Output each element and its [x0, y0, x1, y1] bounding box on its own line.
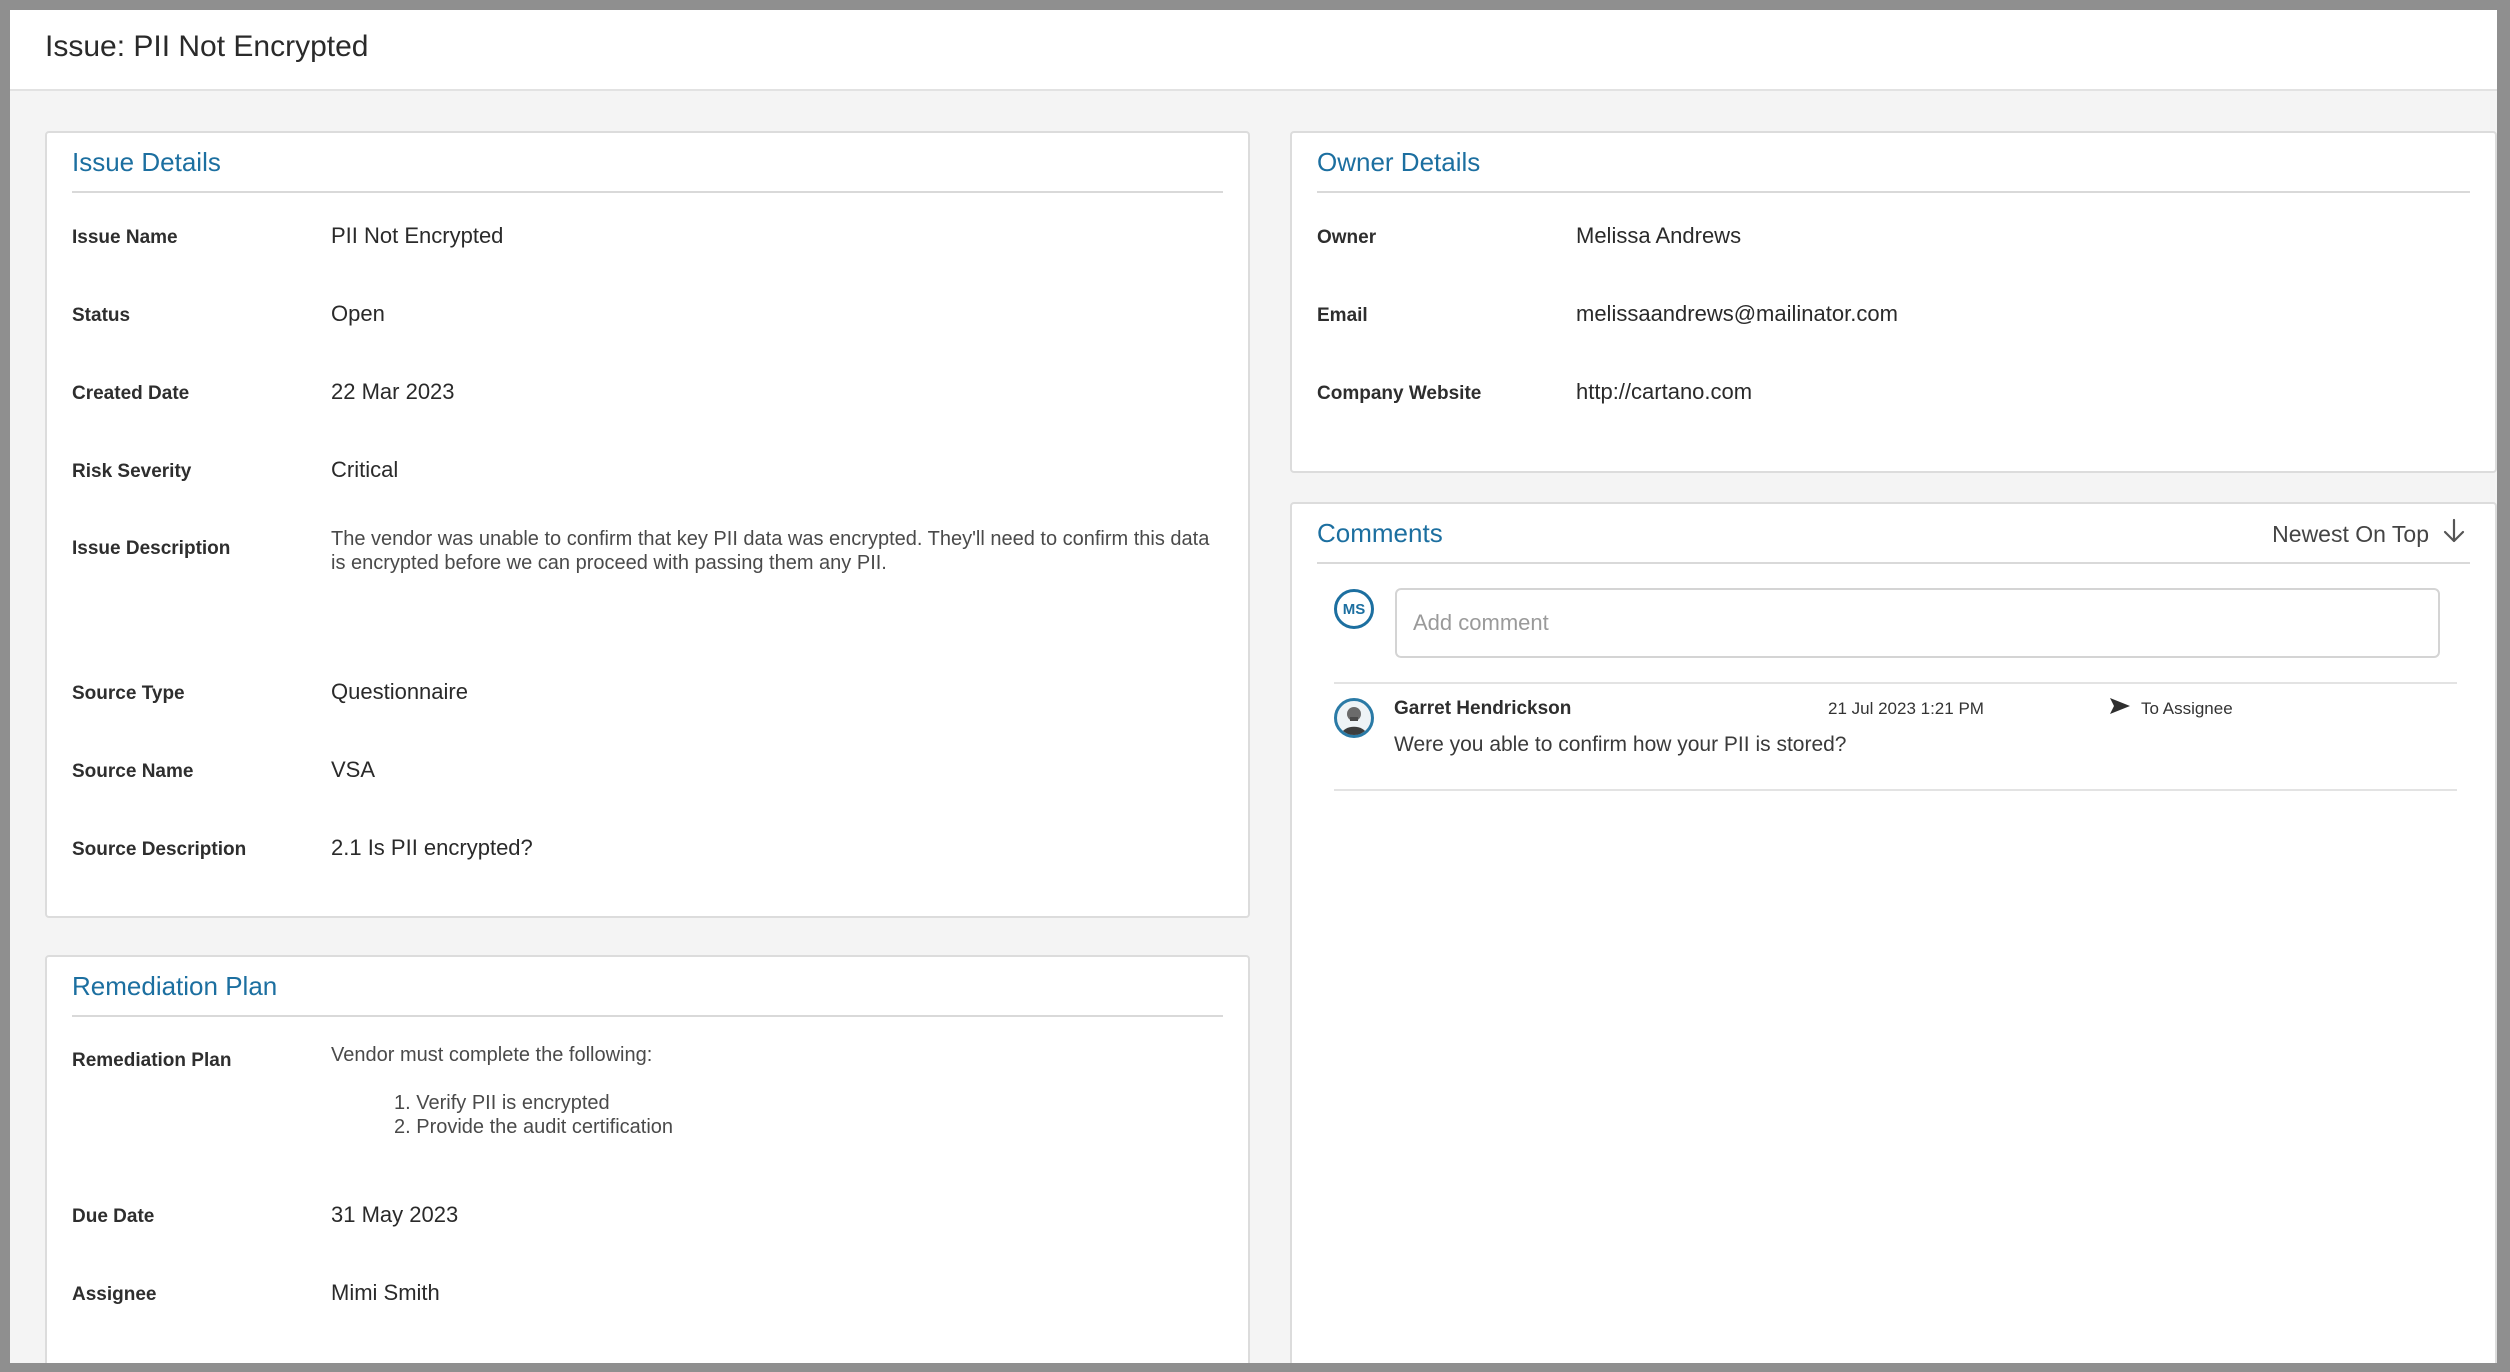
source-name-label: Source Name	[72, 761, 194, 782]
plan-step: 1. Verify PII is encrypted	[394, 1092, 610, 1114]
assignee-value: Mimi Smith	[331, 1280, 440, 1305]
remediation-plan-card: Remediation Plan Remediation Plan Vendor…	[45, 955, 1250, 1363]
risk-severity-label: Risk Severity	[72, 461, 192, 482]
divider	[1317, 191, 2470, 193]
due-date-label: Due Date	[72, 1206, 155, 1227]
sort-order-label: Newest On Top	[2272, 520, 2429, 547]
remediation-plan-label: Remediation Plan	[72, 1050, 232, 1071]
comment-author: Garret Hendrickson	[1394, 698, 1572, 719]
comments-title: Comments	[1317, 518, 1443, 548]
sort-order-toggle[interactable]: Newest On Top	[2272, 518, 2465, 550]
comment-text: Were you able to confirm how your PII is…	[1394, 733, 1847, 756]
source-type-label: Source Type	[72, 683, 185, 704]
status-label: Status	[72, 305, 131, 326]
issue-description-value: The vendor was unable to confirm that ke…	[331, 528, 1210, 574]
owner-details-title: Owner Details	[1317, 147, 1481, 177]
owner-label: Owner	[1317, 227, 1377, 248]
divider	[72, 191, 1223, 193]
plan-steps-list: 1. Verify PII is encrypted 2. Provide th…	[394, 1091, 1211, 1139]
app-frame: Issue: PII Not Encrypted Issue Details I…	[10, 10, 2497, 1363]
status-value: Open	[331, 301, 385, 326]
issue-name-label: Issue Name	[72, 227, 178, 248]
email-value: melissaandrews@mailinator.com	[1576, 301, 1898, 326]
owner-value: Melissa Andrews	[1576, 223, 1742, 248]
owner-details-card: Owner Details Owner Melissa Andrews Emai…	[1290, 131, 2497, 473]
source-type-value: Questionnaire	[331, 679, 468, 704]
plan-intro: Vendor must complete the following:	[331, 1044, 653, 1066]
page-title: Issue: PII Not Encrypted	[45, 30, 369, 63]
add-comment-input[interactable]	[1395, 588, 2440, 658]
issue-details-title: Issue Details	[72, 147, 221, 177]
issue-name-value: PII Not Encrypted	[331, 223, 504, 248]
page-header: Issue: PII Not Encrypted	[10, 10, 2497, 91]
current-user-avatar: MS	[1334, 589, 1374, 629]
divider	[1334, 789, 2457, 791]
comments-card: Comments Newest On Top MS Garret Hendric…	[1290, 502, 2497, 1363]
divider	[72, 1015, 1223, 1017]
divider	[1317, 562, 2470, 564]
due-date-value: 31 May 2023	[331, 1202, 459, 1227]
issue-description-label: Issue Description	[72, 538, 231, 559]
remediation-plan-value: Vendor must complete the following: 1. V…	[331, 1043, 1211, 1139]
source-description-label: Source Description	[72, 839, 247, 860]
comment-timestamp: 21 Jul 2023 1:21 PM	[1828, 699, 1984, 718]
assignee-label: Assignee	[72, 1284, 157, 1305]
company-website-label: Company Website	[1317, 383, 1482, 404]
source-name-value: VSA	[331, 757, 376, 782]
created-date-label: Created Date	[72, 383, 190, 404]
remediation-plan-title: Remediation Plan	[72, 971, 278, 1001]
divider	[1334, 682, 2457, 684]
plan-step: 2. Provide the audit certification	[394, 1116, 674, 1138]
risk-severity-value: Critical	[331, 457, 399, 482]
comment-recipient-label: To Assignee	[2141, 698, 2233, 718]
created-date-value: 22 Mar 2023	[331, 379, 455, 404]
comment-recipient: To Assignee	[2109, 697, 2233, 720]
company-website-value: http://cartano.com	[1576, 379, 1753, 404]
issue-details-card: Issue Details Issue Name PII Not Encrypt…	[45, 131, 1250, 918]
source-description-value: 2.1 Is PII encrypted?	[331, 835, 533, 860]
arrow-down-icon	[2443, 518, 2465, 550]
user-avatar-icon	[1334, 698, 1374, 738]
email-label: Email	[1317, 305, 1368, 326]
send-icon	[2109, 697, 2131, 720]
